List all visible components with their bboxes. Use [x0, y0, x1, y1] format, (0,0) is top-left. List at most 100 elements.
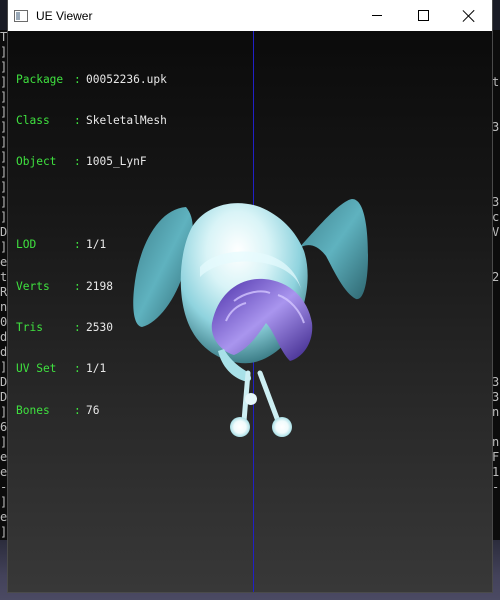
console-line: e	[0, 255, 8, 269]
bones-value: 76	[86, 403, 100, 417]
console-line: ]	[0, 135, 8, 149]
object-label: Object	[16, 155, 57, 169]
tris-label: Tris	[16, 320, 43, 334]
console-line: 2	[492, 270, 500, 284]
console-line: n	[0, 300, 8, 314]
console-line: ]	[0, 90, 8, 104]
console-line: ]	[0, 240, 8, 254]
uvset-label: UV Set	[16, 362, 57, 376]
right-ear-shape	[298, 199, 368, 300]
maximize-button[interactable]	[400, 0, 446, 31]
class-value: SkeletalMesh	[86, 113, 167, 127]
package-label: Package	[16, 72, 64, 86]
3d-viewport[interactable]: Package: 00052236.upk Class: SkeletalMes…	[8, 31, 492, 592]
console-line: ]	[0, 150, 8, 164]
right-pompom-shape	[272, 417, 292, 437]
console-line: ]	[0, 195, 8, 209]
minimize-button[interactable]	[354, 0, 400, 31]
close-icon	[463, 10, 475, 22]
object-value: 1005_LynF	[86, 155, 147, 169]
uvset-value: 1/1	[86, 362, 107, 376]
console-line: V	[492, 225, 500, 239]
console-line: d	[0, 330, 8, 344]
background-console-left: T]]]]]]]]]]]] D] e t Rn 0 d d] D D] 6] e e -] e]	[0, 30, 8, 540]
console-line: ]	[0, 180, 8, 194]
verts-label: Verts	[16, 279, 50, 293]
console-line: ]	[0, 75, 8, 89]
console-line: ]	[0, 360, 8, 374]
console-line: D	[0, 225, 8, 239]
console-line: ]	[0, 210, 8, 224]
console-line: 3	[492, 195, 500, 209]
console-line: F	[492, 450, 500, 464]
console-line: D	[0, 390, 8, 404]
console-line: e	[0, 510, 8, 524]
title-bar[interactable]: UE Viewer	[8, 0, 492, 31]
console-line: R	[0, 285, 8, 299]
console-line: -	[0, 480, 8, 494]
console-line: 0	[0, 315, 8, 329]
console-line: -	[492, 480, 500, 494]
verts-value: 2198	[86, 279, 113, 293]
console-line: t	[492, 75, 500, 89]
console-line: 6	[0, 420, 8, 434]
ue-viewer-window: UE Viewer Package: 00052236.upk Class:…	[8, 0, 492, 592]
minimize-icon	[372, 15, 382, 16]
console-line: 3	[492, 375, 500, 389]
maximize-icon	[417, 10, 429, 21]
console-line: ]	[0, 405, 8, 419]
console-line: 3	[492, 390, 500, 404]
console-line: ]	[0, 120, 8, 134]
package-value: 00052236.upk	[86, 72, 167, 86]
console-line: ]	[0, 165, 8, 179]
console-line: n	[492, 435, 500, 449]
tris-value: 2530	[86, 320, 113, 334]
console-line: ]	[0, 60, 8, 74]
window-title: UE Viewer	[36, 8, 93, 23]
lod-value: 1/1	[86, 238, 107, 252]
console-line: e	[0, 450, 8, 464]
left-pompom-shape	[230, 417, 250, 437]
mesh-info-overlay: Package: 00052236.upk Class: SkeletalMes…	[16, 72, 167, 417]
knot-shape	[245, 393, 257, 405]
console-line: n	[492, 405, 500, 419]
console-line: ]	[0, 525, 8, 539]
console-line: t	[0, 270, 8, 284]
bones-label: Bones	[16, 403, 50, 417]
console-line: 3	[492, 120, 500, 134]
console-line: e	[0, 465, 8, 479]
console-line: T	[0, 30, 8, 44]
class-label: Class	[16, 113, 50, 127]
console-line: ]	[0, 105, 8, 119]
console-line: D	[0, 375, 8, 389]
lod-label: LOD	[16, 238, 37, 252]
console-line: 1	[492, 465, 500, 479]
console-line: c	[492, 210, 500, 224]
console-line: ]	[0, 495, 8, 509]
console-line: ]	[0, 435, 8, 449]
console-line: ]	[0, 45, 8, 59]
console-line: d	[0, 345, 8, 359]
background-console-right: t 3 3cV 2 33n nF1-	[492, 30, 500, 540]
app-window-icon[interactable]	[14, 9, 28, 22]
close-button[interactable]	[446, 0, 492, 31]
